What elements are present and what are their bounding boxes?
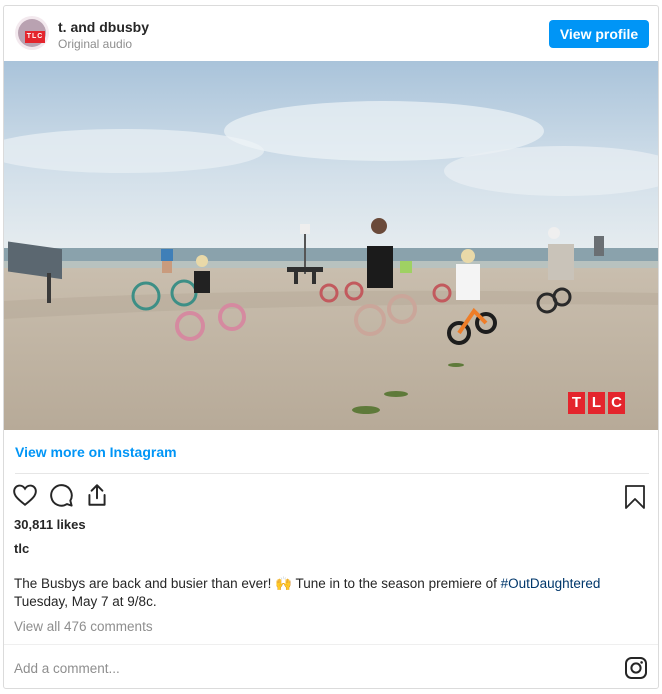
divider bbox=[15, 473, 649, 474]
view-profile-button[interactable]: View profile bbox=[549, 20, 649, 48]
post-video[interactable]: T L C bbox=[4, 61, 658, 430]
likes-count[interactable]: 30,811 likes bbox=[14, 517, 86, 532]
avatar-tlc-badge: TLC bbox=[25, 31, 45, 43]
share-icon[interactable] bbox=[84, 482, 110, 508]
post-owner-username[interactable]: tlc bbox=[14, 541, 29, 556]
tlc-watermark-logo: T L C bbox=[568, 392, 625, 414]
avatar[interactable]: TLC bbox=[15, 16, 49, 50]
add-comment-input[interactable]: Add a comment... bbox=[14, 661, 120, 676]
comment-icon[interactable] bbox=[48, 482, 74, 508]
divider bbox=[4, 644, 658, 645]
view-more-on-instagram-link[interactable]: View more on Instagram bbox=[15, 444, 177, 460]
audio-label[interactable]: Original audio bbox=[58, 37, 132, 51]
hashtag-link[interactable]: #OutDaughtered bbox=[501, 576, 601, 591]
instagram-embed-card: TLC t. and dbusby Original audio View pr… bbox=[3, 5, 659, 689]
instagram-icon[interactable] bbox=[624, 656, 648, 680]
bookmark-icon[interactable] bbox=[624, 484, 646, 510]
view-all-comments-link[interactable]: View all 476 comments bbox=[14, 619, 153, 634]
raising-hands-emoji: 🙌 bbox=[275, 576, 292, 591]
action-bar bbox=[12, 482, 110, 510]
heart-icon[interactable] bbox=[12, 482, 38, 508]
post-usernames[interactable]: t. and dbusby bbox=[58, 19, 149, 35]
beach-scene-image bbox=[4, 61, 658, 430]
post-header: TLC t. and dbusby Original audio View pr… bbox=[4, 6, 658, 61]
post-caption: The Busbys are back and busier than ever… bbox=[14, 576, 601, 609]
